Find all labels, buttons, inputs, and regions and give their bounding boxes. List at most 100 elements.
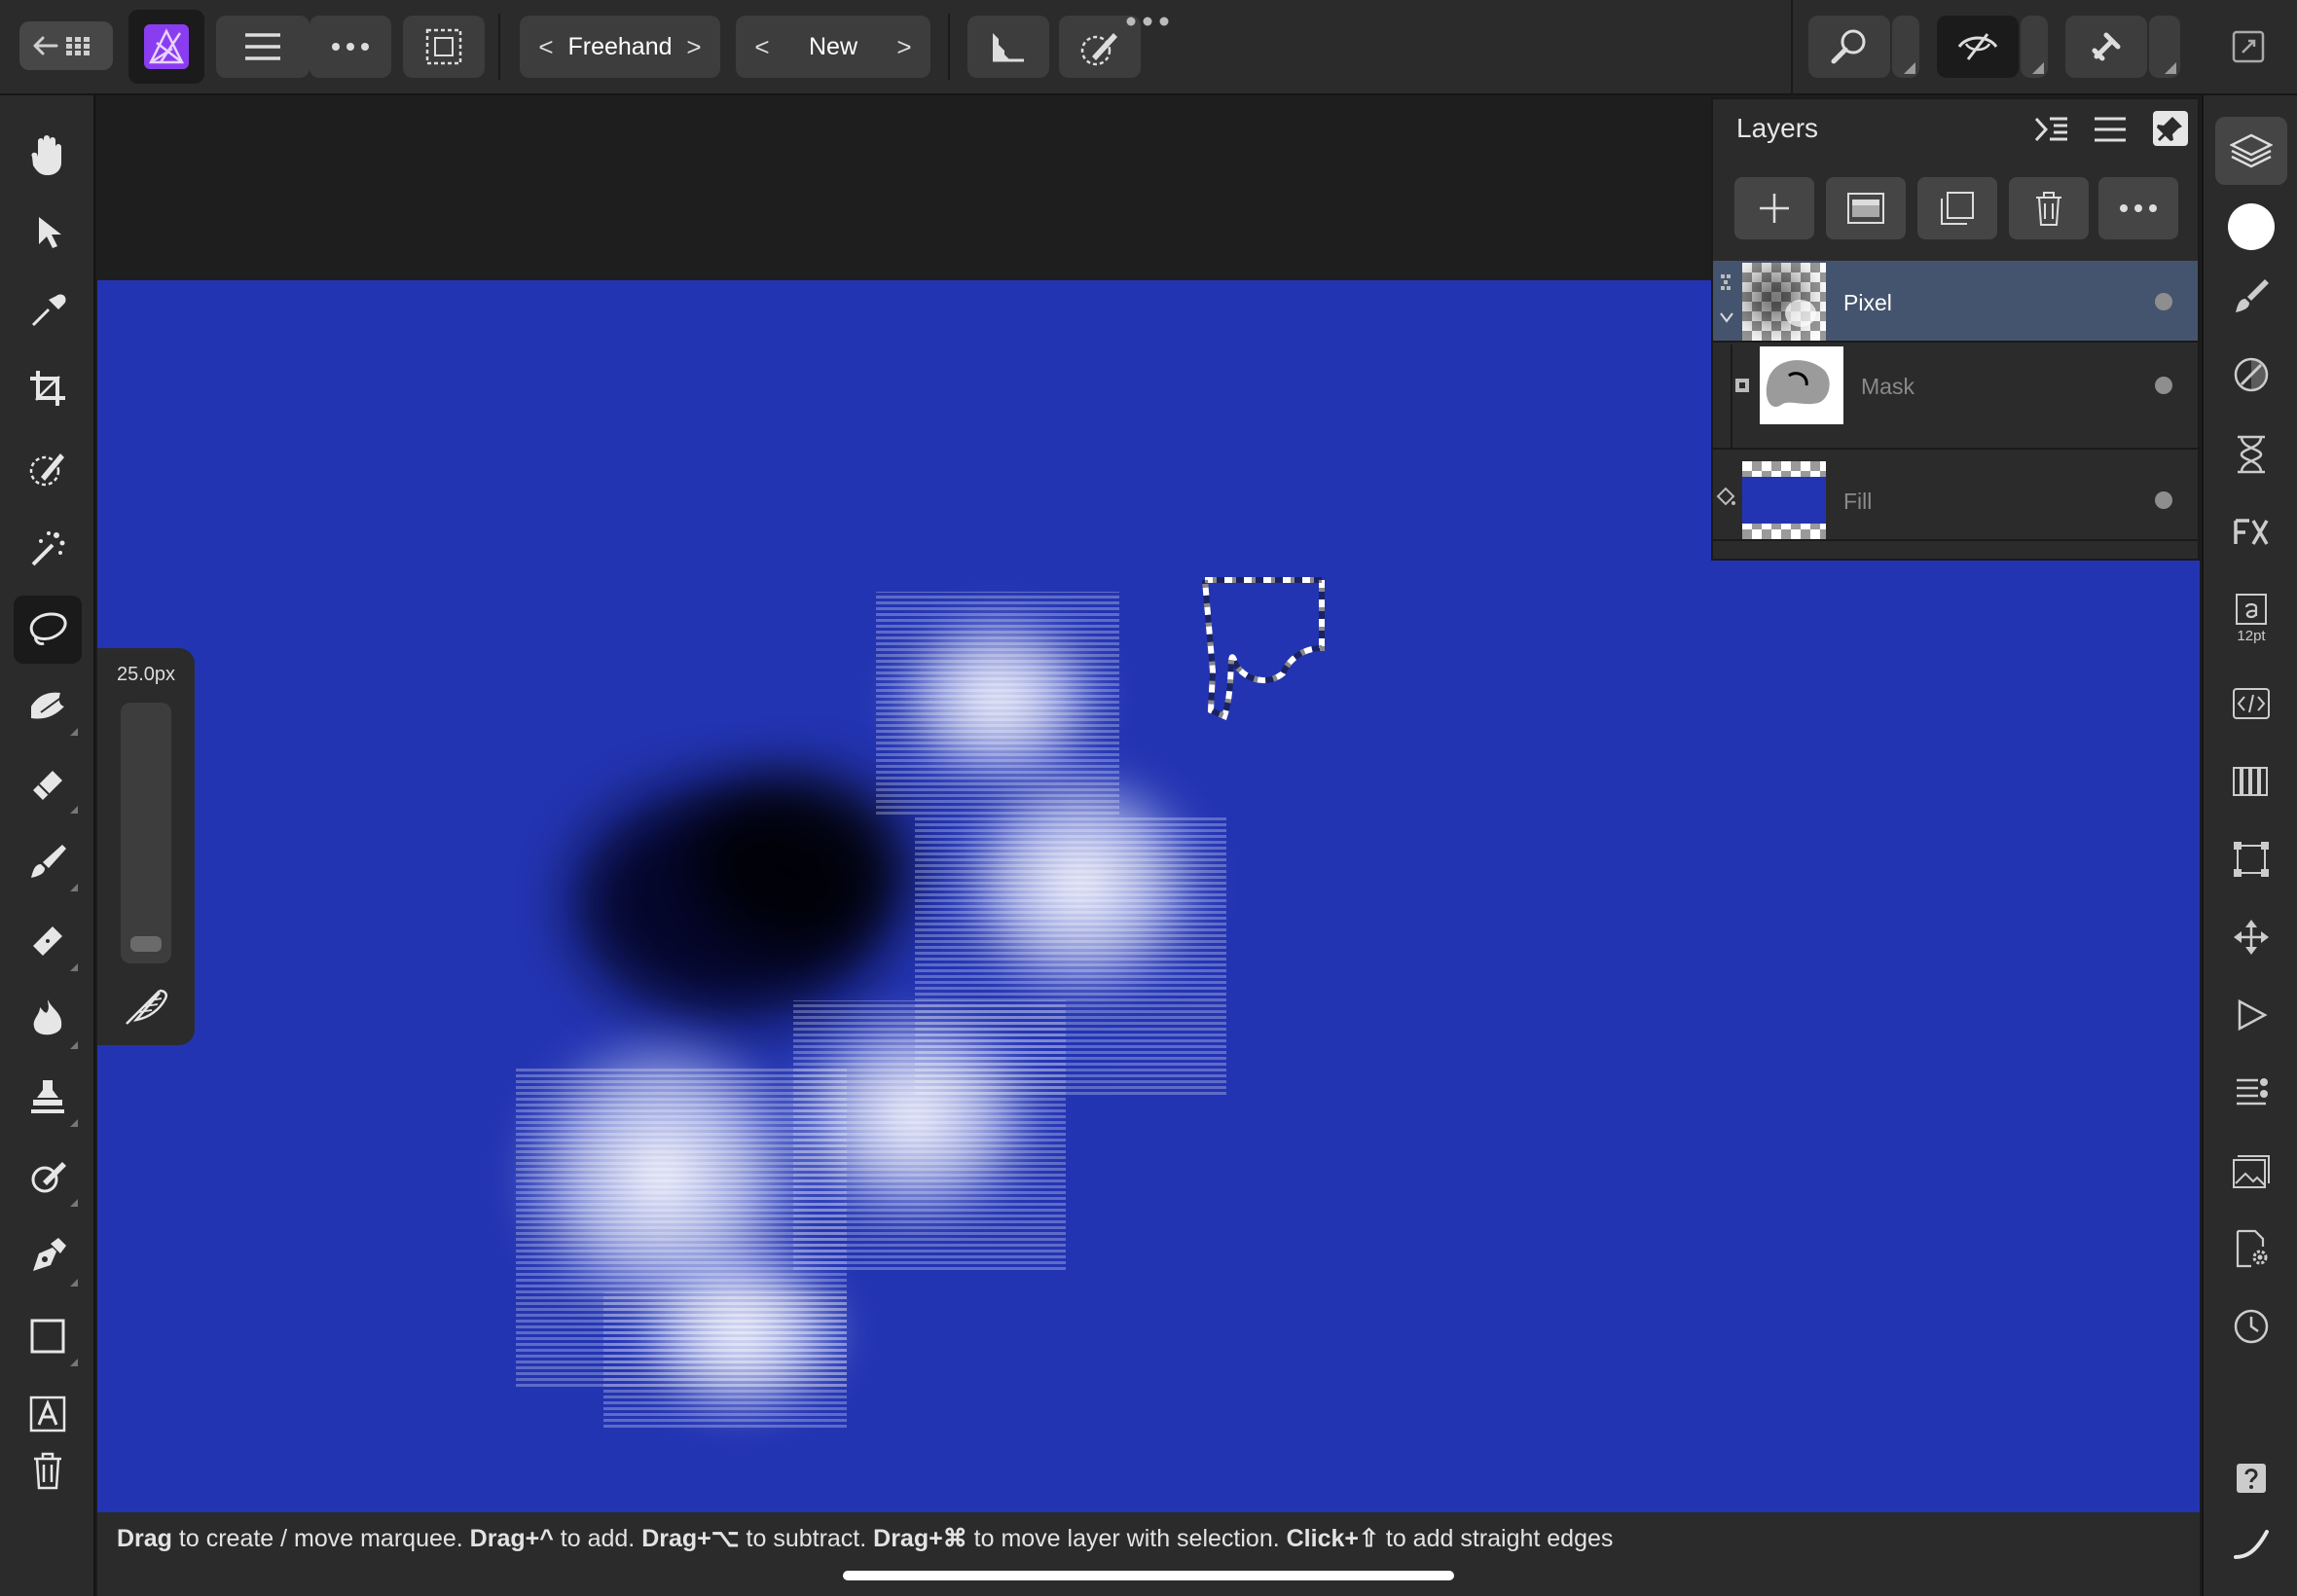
smudge-brush-tool[interactable] [14,1143,82,1211]
photo-persona-button[interactable] [128,10,204,84]
macro-play-button[interactable] [2215,981,2287,1049]
selection-brush-tool[interactable] [14,434,82,502]
layer-row-fill[interactable]: Fill [1713,459,2198,541]
more-options-button[interactable] [310,16,391,78]
delete-layer-button[interactable] [2009,177,2089,239]
text-style-size: 12pt [2237,627,2266,644]
brush-size-popup: 25.0px [97,648,195,1045]
selection-mode-selector[interactable]: < Freehand > [520,16,720,78]
view-tool[interactable] [14,121,82,189]
layer-visibility-toggle[interactable] [2155,377,2172,394]
arrow-pointer-icon [39,217,61,248]
add-layer-button[interactable] [1734,177,1814,239]
healing-brush-tool[interactable] [14,907,82,975]
fx-icon [2234,519,2269,545]
code-tag-icon [2233,688,2270,719]
swatches-studio-button[interactable] [2215,747,2287,816]
hint-text: to create / move marquee. [171,1525,470,1552]
home-indicator[interactable] [843,1571,1454,1580]
paint-brush-tool[interactable] [14,827,82,895]
channels-studio-button[interactable] [2215,1059,2287,1127]
paint-mixer-brush-tool[interactable] [14,671,82,740]
main-menu-button[interactable] [216,16,310,78]
navigator-studio-button[interactable] [2215,903,2287,971]
snapping-button[interactable] [2065,16,2147,78]
layer-row-pixel[interactable]: Pixel [1713,261,2198,343]
tools-panel [0,95,95,1596]
flood-select-tool[interactable] [14,514,82,582]
view-mode-button[interactable] [1937,16,2019,78]
layers-menu-button[interactable] [2093,115,2128,144]
move-tool[interactable] [14,199,82,267]
trash-icon [34,1452,61,1490]
stock-studio-button[interactable] [2215,1137,2287,1205]
add-mask-button[interactable] [1826,177,1906,239]
text-styles-studio-button[interactable]: 12pt [2215,584,2287,652]
pen-tool[interactable] [14,1222,82,1290]
color-picker-tool[interactable] [14,276,82,345]
hourglass-icon [2238,435,2265,474]
effects-studio-button[interactable] [2215,498,2287,566]
view-mode-options-button[interactable] [2021,16,2048,78]
clone-brush-tool[interactable] [14,1063,82,1131]
fullscreen-button[interactable] [2231,29,2266,64]
image-stack-icon [2233,1155,2270,1188]
channels-icon [2237,1078,2268,1106]
hidden-eye-icon [1957,33,1998,60]
adjustments-studio-button[interactable] [2215,341,2287,409]
chevron-right-icon[interactable]: > [892,32,917,62]
delete-button[interactable] [14,1436,82,1505]
document-settings-button[interactable] [2215,1215,2287,1283]
hint-text: to subtract. [739,1525,874,1552]
hint-drag-option: Drag+⌥ [641,1525,740,1552]
chevron-right-icon[interactable]: > [681,32,707,62]
layer-name: Fill [1843,489,1873,514]
hint-drag: Drag [117,1525,172,1552]
magnifier-icon [1831,29,1866,64]
layers-pin-button[interactable] [2153,111,2188,146]
back-to-gallery-button[interactable] [19,21,113,70]
rectangle-tool[interactable] [14,1302,82,1370]
layers-collapse-button[interactable] [2034,115,2069,144]
layer-visibility-toggle[interactable] [2155,491,2172,509]
expand-icon [2232,30,2265,63]
selection-action-label: New [808,32,857,60]
hamburger-icon [245,33,280,60]
chevron-left-icon[interactable]: < [749,32,775,62]
color-studio-button[interactable] [2215,193,2287,261]
snapping-options-button[interactable] [2149,16,2180,78]
selection-view-button[interactable] [403,16,485,78]
brushes-studio-button[interactable] [2215,263,2287,331]
layers-studio-button[interactable] [2215,117,2287,185]
macro-studio-button[interactable] [2215,670,2287,738]
layer-name: Pixel [1843,290,1892,315]
hint-text: to add. [553,1525,642,1552]
eyedropper-icon [31,294,66,327]
document-gear-icon [2236,1229,2268,1268]
layer-expand-chevron-icon[interactable] [1719,271,1734,339]
duplicate-icon [1941,192,1974,225]
magnet-icon [2092,32,2121,61]
help-button[interactable] [2215,1444,2287,1512]
smudge-icon [31,1162,66,1193]
history-hourglass-button[interactable] [2215,420,2287,489]
layer-row-mask[interactable]: Mask [1713,345,2198,450]
crop-tool[interactable] [14,354,82,422]
transform-studio-button[interactable] [2215,825,2287,893]
erase-brush-tool[interactable] [14,749,82,817]
feather-ramp-button[interactable] [967,16,1049,78]
pencil-hover-button[interactable] [2215,1510,2287,1578]
burn-brush-tool[interactable] [14,985,82,1053]
history-studio-button[interactable] [2215,1292,2287,1360]
brush-size-slider[interactable] [121,703,171,963]
layer-options-button[interactable] [2098,177,2178,239]
zoom-options-button[interactable] [1892,16,1919,78]
brush-size-slider-handle[interactable] [130,936,162,952]
chevron-left-icon[interactable]: < [533,32,559,62]
layer-visibility-toggle[interactable] [2155,293,2172,310]
feather-button[interactable] [121,979,171,1030]
selection-action-selector[interactable]: < New > [736,16,930,78]
zoom-button[interactable] [1808,16,1890,78]
duplicate-layer-button[interactable] [1917,177,1997,239]
freehand-selection-tool[interactable] [14,596,82,664]
